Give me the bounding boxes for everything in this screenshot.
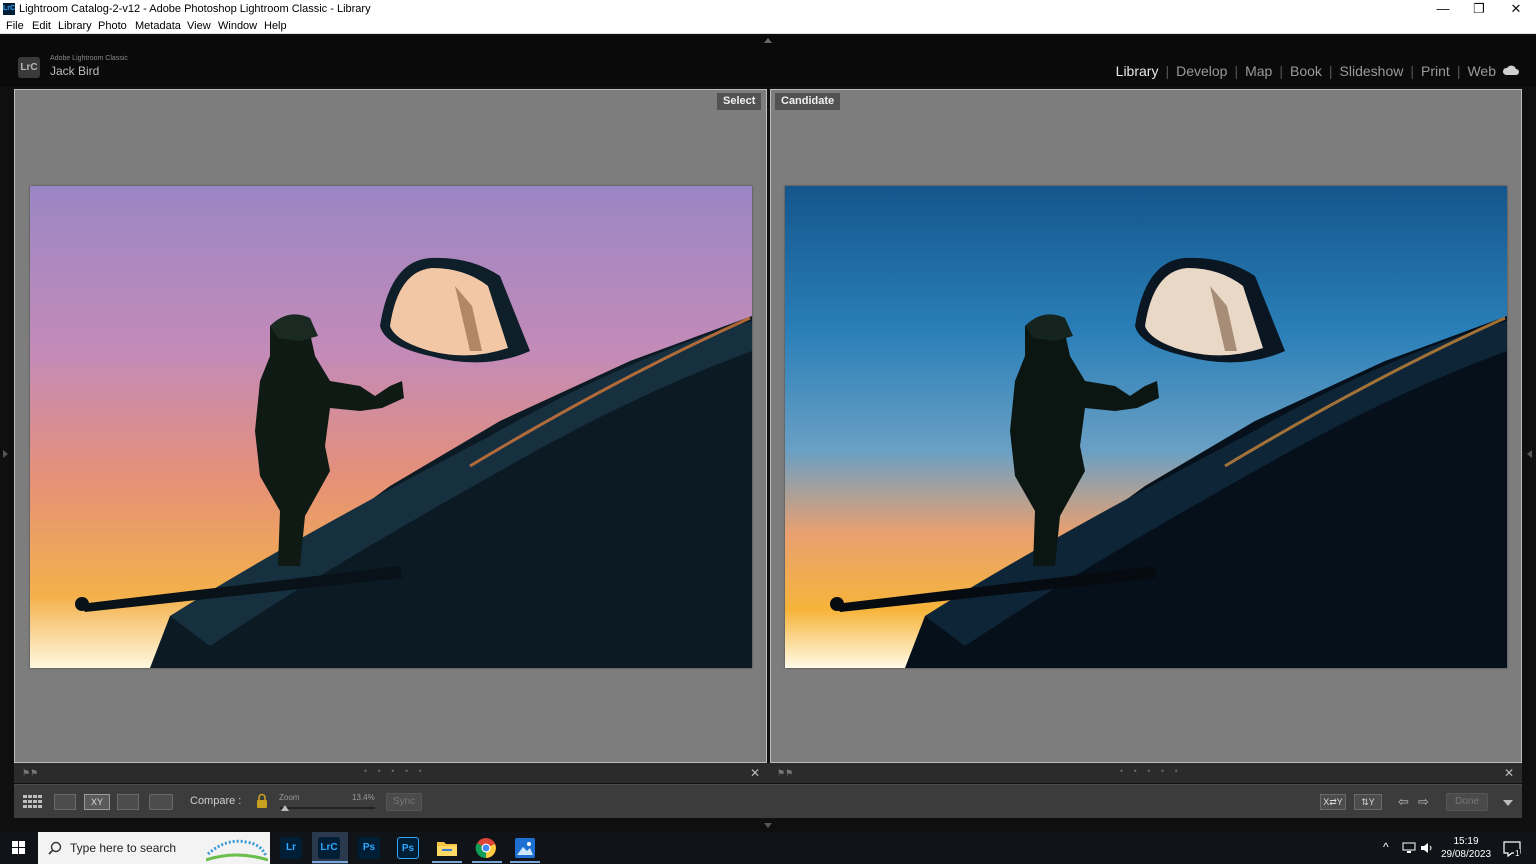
drag-handle-icon[interactable]: • • • • • bbox=[1120, 766, 1182, 776]
people-view-icon[interactable] bbox=[149, 794, 173, 810]
zoom-value: 13.4% bbox=[352, 793, 375, 802]
candidate-label: Candidate bbox=[775, 93, 841, 110]
compare-label: Compare : bbox=[190, 795, 242, 807]
remove-select-icon[interactable]: ✕ bbox=[750, 766, 760, 780]
make-select-icon[interactable]: ⇅Y bbox=[1354, 794, 1382, 810]
previous-photo-icon[interactable]: ⇦ bbox=[1398, 794, 1409, 810]
minimize-icon[interactable]: — bbox=[1425, 0, 1461, 18]
taskbar-search-box[interactable]: Type here to search bbox=[38, 832, 270, 864]
system-clock[interactable]: 15:19 29/08/2023 bbox=[1440, 835, 1492, 861]
module-picker: Library | Develop | Map | Book | Slideshow | Print… bbox=[1116, 63, 1496, 79]
menu-window[interactable]: Window bbox=[218, 18, 257, 34]
search-placeholder: Type here to search bbox=[70, 841, 177, 855]
done-button[interactable]: Done bbox=[1446, 793, 1488, 811]
module-separator: | bbox=[1456, 63, 1461, 79]
show-hidden-icons-icon[interactable]: ^ bbox=[1383, 840, 1389, 854]
module-develop[interactable]: Develop bbox=[1176, 63, 1227, 79]
module-separator: | bbox=[1410, 63, 1415, 79]
lock-icon[interactable] bbox=[256, 793, 268, 809]
photoshop-taskbar-icon[interactable]: Ps bbox=[358, 837, 380, 859]
photos-app-icon[interactable] bbox=[515, 838, 535, 858]
app-icon: LrC bbox=[3, 3, 15, 15]
zoom-slider-thumb[interactable] bbox=[280, 805, 289, 811]
active-app-indicator bbox=[312, 861, 348, 863]
menu-file[interactable]: File bbox=[6, 18, 24, 34]
menu-photo[interactable]: Photo bbox=[98, 18, 127, 34]
library-toolbar: XY Compare : Zoom 13.4% Sync X⇄Y ⇅Y ⇦ ⇨ … bbox=[14, 784, 1522, 818]
chrome-icon[interactable] bbox=[475, 837, 497, 859]
zoom-label: Zoom bbox=[279, 793, 300, 802]
notification-count: 1 bbox=[1514, 849, 1521, 858]
compare-view: Select Candidate bbox=[14, 89, 1522, 763]
module-separator: | bbox=[1234, 63, 1239, 79]
compare-sub-bar: ⚑⚑ • • • • • ✕ ⚑⚑ • • • • • ✕ bbox=[14, 763, 1522, 783]
title-bar: LrC Lightroom Catalog-2-v12 - Adobe Phot… bbox=[0, 0, 1536, 18]
sync-button[interactable]: Sync bbox=[386, 793, 422, 811]
module-map[interactable]: Map bbox=[1245, 63, 1272, 79]
module-print[interactable]: Print bbox=[1421, 63, 1450, 79]
compare-view-icon[interactable]: XY bbox=[84, 794, 110, 810]
explorer-indicator bbox=[432, 861, 462, 863]
windows-start-icon[interactable] bbox=[0, 832, 38, 864]
select-photo[interactable] bbox=[30, 186, 752, 668]
toolbar-options-chevron-icon[interactable] bbox=[1503, 800, 1513, 806]
photos-indicator bbox=[510, 861, 540, 863]
module-library[interactable]: Library bbox=[1116, 63, 1159, 79]
remove-candidate-icon[interactable]: ✕ bbox=[1504, 766, 1514, 780]
menu-metadata[interactable]: Metadata bbox=[135, 18, 181, 34]
search-highlight-icon bbox=[206, 839, 268, 862]
windows-taskbar: Type here to search Lr LrC Ps Ps ^ 15:19… bbox=[0, 832, 1536, 864]
grid-view-icon[interactable] bbox=[22, 794, 44, 810]
lightroom-classic-taskbar-icon[interactable]: LrC bbox=[318, 837, 340, 859]
candidate-photo[interactable] bbox=[785, 186, 1507, 668]
module-separator: | bbox=[1328, 63, 1333, 79]
menu-help[interactable]: Help bbox=[264, 18, 287, 34]
close-icon[interactable]: ✕ bbox=[1498, 0, 1534, 18]
module-separator: | bbox=[1165, 63, 1170, 79]
loupe-view-icon[interactable] bbox=[54, 794, 76, 810]
flag-icon[interactable]: ⚑⚑ bbox=[22, 768, 38, 779]
swap-icon[interactable]: X⇄Y bbox=[1320, 794, 1346, 810]
select-pane[interactable]: Select bbox=[14, 89, 767, 763]
lightroom-window: LrC Lightroom Catalog-2-v12 - Adobe Phot… bbox=[0, 0, 1536, 864]
file-explorer-icon[interactable] bbox=[436, 838, 458, 858]
zoom-slider[interactable] bbox=[280, 807, 375, 809]
menu-bar: File Edit Library Photo Metadata View Wi… bbox=[0, 18, 1536, 34]
collapse-top-panel-icon[interactable] bbox=[764, 38, 772, 43]
module-slideshow[interactable]: Slideshow bbox=[1340, 63, 1404, 79]
next-photo-icon[interactable]: ⇨ bbox=[1418, 794, 1429, 810]
expand-right-panel-icon[interactable] bbox=[1527, 450, 1532, 458]
menu-library[interactable]: Library bbox=[58, 18, 92, 34]
cloud-sync-icon[interactable] bbox=[1502, 65, 1519, 75]
menu-view[interactable]: View bbox=[187, 18, 211, 34]
module-book[interactable]: Book bbox=[1290, 63, 1322, 79]
chrome-indicator bbox=[472, 861, 502, 863]
collapse-filmstrip-icon[interactable] bbox=[764, 823, 772, 828]
network-icon[interactable] bbox=[1402, 842, 1416, 854]
clock-time: 15:19 bbox=[1453, 836, 1479, 847]
search-icon bbox=[48, 841, 62, 855]
photoshop-beta-taskbar-icon[interactable]: Ps bbox=[397, 837, 419, 859]
restore-icon[interactable]: ❐ bbox=[1461, 0, 1497, 18]
drag-handle-icon[interactable]: • • • • • bbox=[364, 766, 426, 776]
lightroom-taskbar-icon[interactable]: Lr bbox=[280, 837, 302, 859]
expand-left-panel-icon[interactable] bbox=[3, 450, 8, 458]
survey-view-icon[interactable] bbox=[117, 794, 139, 810]
menu-edit[interactable]: Edit bbox=[32, 18, 51, 34]
module-separator: | bbox=[1279, 63, 1283, 79]
volume-icon[interactable] bbox=[1420, 842, 1434, 854]
select-label: Select bbox=[717, 93, 762, 110]
flag-icon[interactable]: ⚑⚑ bbox=[777, 768, 793, 779]
candidate-pane[interactable]: Candidate bbox=[770, 89, 1522, 763]
identity-plate-user: Jack Bird bbox=[50, 64, 100, 78]
clock-date: 29/08/2023 bbox=[1440, 849, 1492, 860]
module-web[interactable]: Web bbox=[1467, 63, 1496, 79]
lrc-logo: LrC bbox=[18, 57, 40, 78]
brand-name: Adobe Lightroom Classic bbox=[50, 55, 128, 62]
window-title: Lightroom Catalog-2-v12 - Adobe Photosho… bbox=[19, 3, 371, 15]
identity-plate-header: LrC Adobe Lightroom Classic Jack Bird Li… bbox=[0, 35, 1536, 87]
